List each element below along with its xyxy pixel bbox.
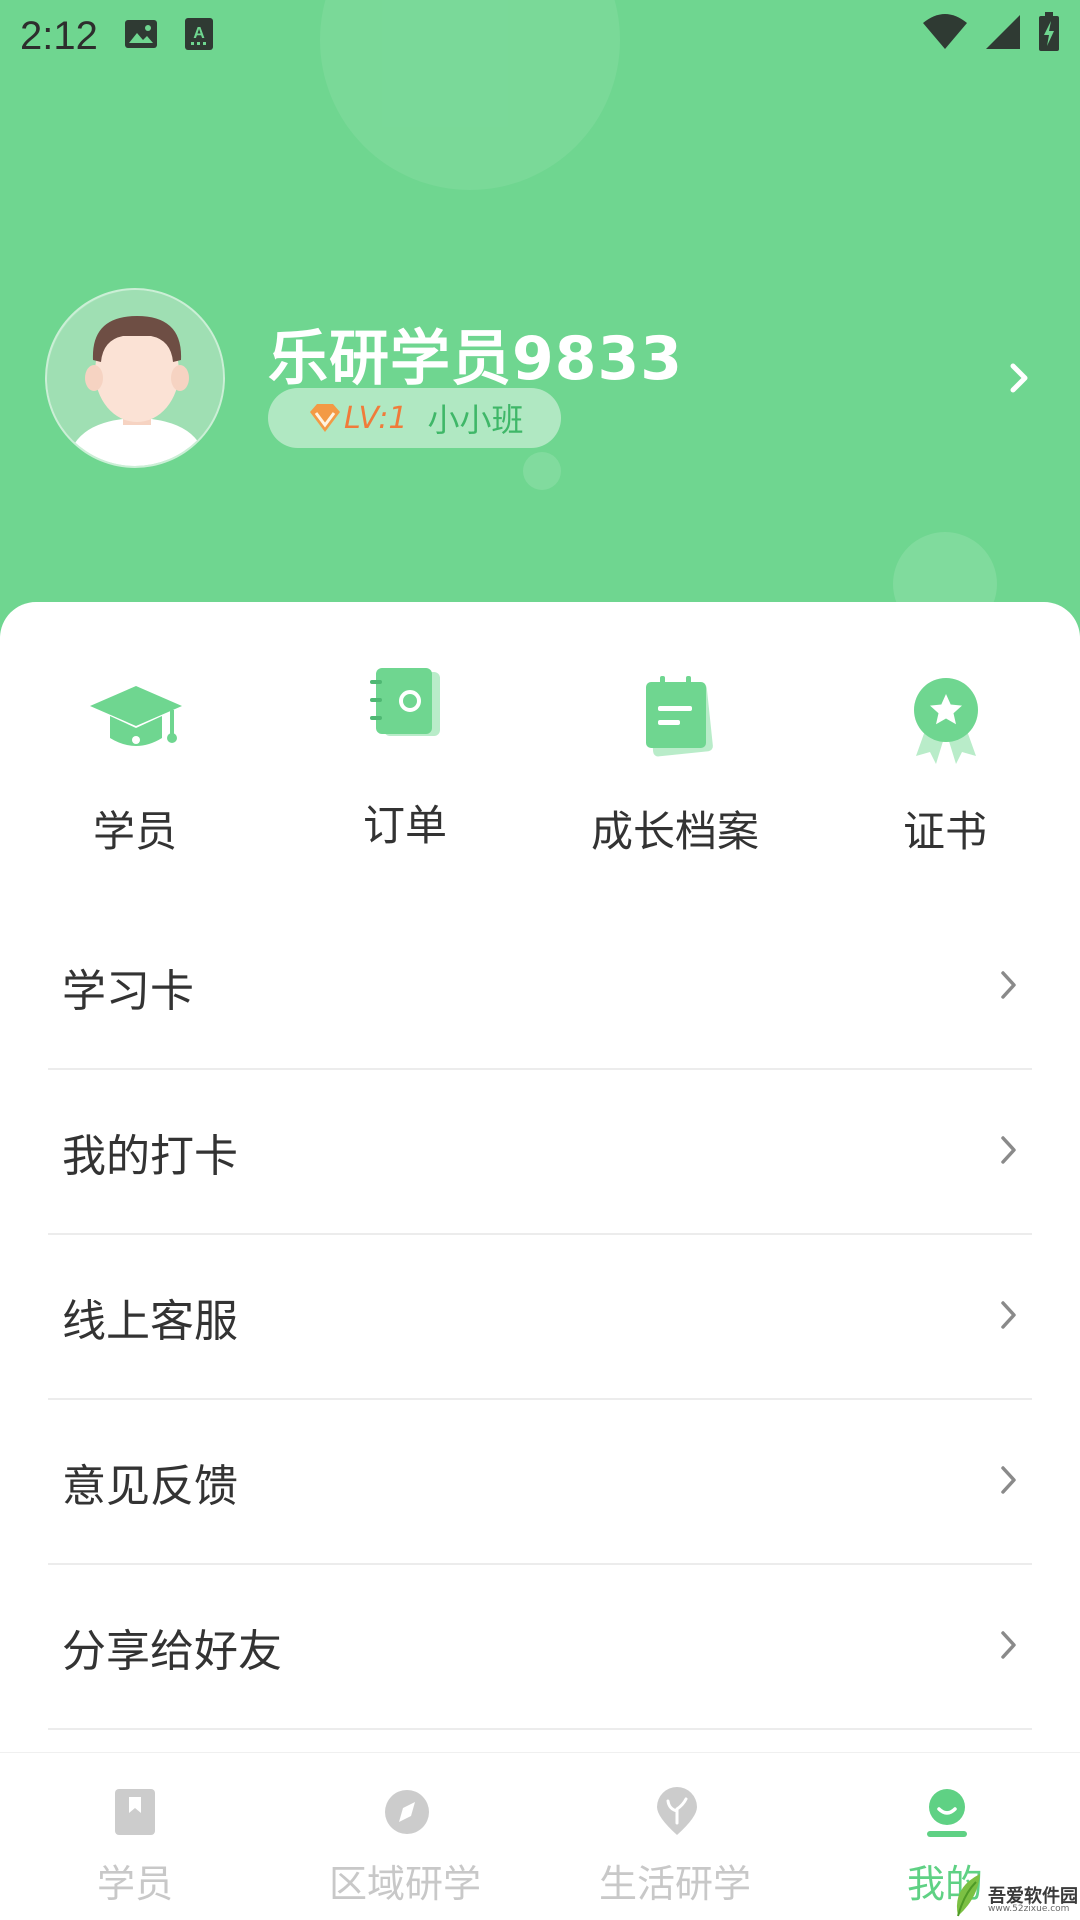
- chevron-right-icon: [998, 1297, 1020, 1337]
- leaf-logo-icon: [956, 1874, 980, 1917]
- content-card: 学员 订单 成长档案 证书 学习卡 我的打卡 线上客服 意见反馈 分享给好友: [0, 602, 1080, 1752]
- menu-item-share-friends[interactable]: 分享给好友: [48, 1565, 1032, 1730]
- level-label: LV:1: [344, 400, 408, 436]
- svg-text:A: A: [193, 25, 205, 42]
- menu-item-feedback[interactable]: 意见反馈: [48, 1400, 1032, 1565]
- compass-icon: [383, 1787, 429, 1837]
- keyboard-notification-icon: A: [184, 17, 214, 55]
- notebook-icon: [358, 664, 454, 760]
- menu-item-label: 意见反馈: [62, 1460, 238, 1512]
- wifi-icon: [922, 13, 968, 55]
- nav-tab-label: 区域研学: [328, 1862, 481, 1906]
- award-badge-icon: [898, 672, 994, 768]
- menu-item-label: 分享给好友: [62, 1625, 282, 1677]
- nav-tab-regional-study[interactable]: 区域研学: [270, 1753, 540, 1920]
- image-notification-icon: [124, 19, 158, 53]
- sprout-icon: [653, 1787, 697, 1837]
- watermark-url: www.52zixue.com: [988, 1904, 1070, 1914]
- chevron-right-icon: [998, 1132, 1020, 1172]
- chevron-right-icon: [998, 1627, 1020, 1667]
- user-icon: [923, 1787, 967, 1837]
- quick-action-label: 证书: [902, 807, 987, 856]
- class-label: 小小班: [427, 401, 524, 439]
- quick-action-label: 成长档案: [590, 807, 759, 856]
- quick-action-label: 订单: [362, 801, 447, 850]
- decor-bubble: [523, 452, 561, 490]
- status-time: 2:12: [20, 13, 98, 58]
- profile-header: 2:12 A 乐研学员9833 LV:1 小小班: [0, 0, 1080, 640]
- quick-action-growth-records[interactable]: 成长档案: [540, 602, 810, 862]
- graduation-cap-icon: [88, 672, 184, 768]
- quick-action-orders[interactable]: 订单: [270, 602, 540, 862]
- menu-item-label: 我的打卡: [62, 1130, 238, 1182]
- bottom-nav: 学员 区域研学 生活研学 我的: [0, 1752, 1080, 1920]
- menu-item-label: 线上客服: [62, 1295, 238, 1347]
- menu-item-online-support[interactable]: 线上客服: [48, 1235, 1032, 1400]
- nav-tab-label: 生活研学: [598, 1862, 751, 1906]
- quick-action-label: 学员: [92, 807, 177, 856]
- chevron-right-icon: [998, 967, 1020, 1007]
- level-badge: LV:1 小小班: [268, 388, 561, 448]
- nav-tab-label: 学员: [96, 1862, 173, 1906]
- watermark: 吾爱软件园 www.52zixue.com: [950, 1858, 1080, 1920]
- menu-item-study-card[interactable]: 学习卡: [48, 905, 1032, 1070]
- username: 乐研学员9833: [268, 324, 683, 394]
- avatar[interactable]: [45, 288, 225, 468]
- profile-chevron-right-icon[interactable]: [1005, 358, 1033, 402]
- nav-tab-life-study[interactable]: 生活研学: [540, 1753, 810, 1920]
- status-bar: 2:12 A: [0, 0, 1080, 72]
- menu-item-label: 学习卡: [62, 965, 194, 1017]
- diamond-icon: [308, 402, 342, 438]
- menu-item-my-checkin[interactable]: 我的打卡: [48, 1070, 1032, 1235]
- cellular-signal-icon: [984, 13, 1022, 55]
- nav-tab-students[interactable]: 学员: [0, 1753, 270, 1920]
- quick-action-students[interactable]: 学员: [0, 602, 270, 862]
- quick-action-certificates[interactable]: 证书: [810, 602, 1080, 862]
- chevron-right-icon: [998, 1462, 1020, 1502]
- bookmark-icon: [113, 1787, 157, 1837]
- battery-charging-icon: [1038, 12, 1060, 56]
- notepad-icon: [628, 672, 724, 768]
